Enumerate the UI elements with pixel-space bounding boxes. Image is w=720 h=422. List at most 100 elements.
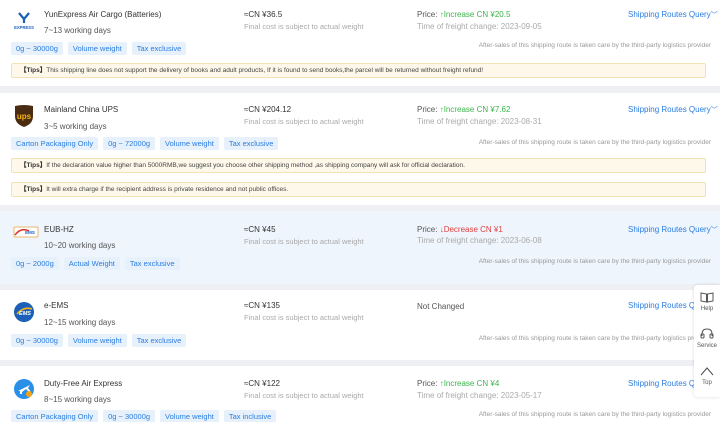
price-time: Time of freight change: 2023-09-05	[417, 22, 542, 31]
tag-tax: Tax exclusive	[131, 334, 187, 347]
tip-banner: 【Tips】If the declaration value higher th…	[11, 158, 706, 173]
tag-tax: Tax inclusive	[223, 410, 277, 422]
ups-logo: ups	[13, 104, 35, 127]
route-days: 3~5 working days	[44, 122, 107, 131]
price-label: Price:	[417, 225, 438, 234]
route-cost: ≈CN ¥45	[244, 225, 276, 234]
tag-weight-type: Volume weight	[67, 334, 127, 347]
price-change: Price: ↑Increase CN ¥4	[417, 379, 499, 388]
route-tags: 0g ~ 2000g Actual Weight Tax exclusive	[11, 257, 180, 270]
book-icon	[700, 292, 714, 303]
logo-text: EXPRESS	[14, 25, 34, 30]
tag-weight-range: 0g ~ 2000g	[11, 257, 59, 270]
shipping-routes-query-link[interactable]: Shipping Routes Query﹀	[628, 105, 718, 115]
chevron-down-icon: ﹀	[710, 107, 718, 114]
cost-note: Final cost is subject to actual weight	[244, 391, 364, 400]
tip-banner: 【Tips】It will extra charge if the recipi…	[11, 182, 706, 197]
tag-tax: Tax exclusive	[131, 42, 187, 55]
tip-text: It will extra charge if the recipient ad…	[46, 186, 289, 193]
price-change: Price: ↑Increase CN ¥7.62	[417, 105, 510, 114]
yunexpress-logo: EXPRESS	[13, 9, 35, 31]
query-label: Shipping Routes Query	[628, 10, 711, 19]
route-days: 7~13 working days	[44, 26, 111, 35]
route-cost: ≈CN ¥204.12	[244, 105, 292, 114]
route-card-duty-free: Duty-Free Air Express 8~15 working days …	[0, 366, 720, 422]
price-label: Price:	[417, 379, 438, 388]
aftersales-note: After-sales of this shipping route is ta…	[478, 411, 711, 418]
route-name: EUB-HZ	[44, 225, 74, 234]
chevron-down-icon: ﹀	[710, 12, 718, 19]
price-increase: ↑Increase CN ¥20.5	[439, 10, 511, 19]
price-decrease: ↓Decrease CN ¥1	[439, 225, 503, 234]
tag-tax: Tax exclusive	[223, 137, 279, 150]
floating-side-panel: Help Service Top	[694, 285, 720, 397]
tag-packaging: Carton Packaging Only	[11, 137, 99, 150]
aftersales-note: After-sales of this shipping route is ta…	[478, 335, 711, 342]
aftersales-note: After-sales of this shipping route is ta…	[478, 139, 711, 146]
tip-prefix: 【Tips】	[20, 67, 47, 74]
price-change: Price: ↓Decrease CN ¥1	[417, 225, 503, 234]
route-name: Mainland China UPS	[44, 105, 119, 114]
price-label: Price:	[417, 105, 438, 114]
tag-weight-range: 0g ~ 30000g	[103, 410, 156, 422]
route-name: YunExpress Air Cargo (Batteries)	[44, 10, 162, 19]
logo-text: EMS	[25, 230, 35, 235]
route-cost: ≈CN ¥36.5	[244, 10, 283, 19]
shipping-routes-query-link[interactable]: Shipping Routes Query﹀	[628, 225, 718, 235]
cost-note: Final cost is subject to actual weight	[244, 117, 364, 126]
chevron-up-icon	[700, 367, 714, 376]
tip-text: This shipping line does not support the …	[46, 67, 484, 74]
logo-text: ups	[17, 112, 32, 121]
route-tags: Carton Packaging Only 0g ~ 30000g Volume…	[11, 410, 277, 422]
tip-prefix: 【Tips】	[20, 162, 47, 169]
price-change: Price: ↑Increase CN ¥20.5	[417, 10, 510, 19]
route-days: 8~15 working days	[44, 395, 111, 404]
tip-banner: 【Tips】This shipping line does not suppor…	[11, 63, 706, 78]
route-card-ups: ups Mainland China UPS 3~5 working days …	[0, 93, 720, 205]
plane-logo	[13, 378, 35, 400]
price-status: Not Changed	[417, 302, 465, 311]
route-cost: ≈CN ¥135	[244, 301, 280, 310]
tag-weight-range: 0g ~ 30000g	[11, 334, 63, 347]
eub-logo: EMS	[13, 225, 39, 247]
tag-weight-type: Volume weight	[67, 42, 127, 55]
help-button[interactable]: Help	[694, 291, 720, 312]
back-to-top-button[interactable]: Top	[694, 365, 720, 386]
headset-icon	[700, 328, 714, 339]
route-days: 10~20 working days	[44, 241, 116, 250]
aftersales-note: After-sales of this shipping route is ta…	[478, 258, 711, 265]
help-label: Help	[700, 306, 714, 312]
route-card-yunexpress: EXPRESS YunExpress Air Cargo (Batteries)…	[0, 0, 720, 86]
tag-weight-range: 0g ~ 72000g	[103, 137, 156, 150]
route-tags: 0g ~ 30000g Volume weight Tax exclusive	[11, 334, 187, 347]
route-name: Duty-Free Air Express	[44, 379, 123, 388]
tag-weight-type: Volume weight	[160, 410, 219, 422]
top-label: Top	[702, 380, 712, 386]
aftersales-note: After-sales of this shipping route is ta…	[478, 42, 711, 49]
route-cost: ≈CN ¥122	[244, 379, 280, 388]
ems-logo: EMS	[13, 301, 35, 323]
query-label: Shipping Routes Query	[628, 105, 711, 114]
cost-note: Final cost is subject to actual weight	[244, 237, 364, 246]
price-time: Time of freight change: 2023-05-17	[417, 391, 542, 400]
price-label: Price:	[417, 10, 438, 19]
chevron-down-icon: ﹀	[710, 227, 718, 234]
price-time: Time of freight change: 2023-08-31	[417, 117, 542, 126]
route-name: e-EMS	[44, 301, 69, 310]
tag-weight-type: Actual Weight	[63, 257, 120, 270]
tag-weight-type: Volume weight	[160, 137, 219, 150]
route-card-e-ems: EMS e-EMS 12~15 working days ≈CN ¥135 Fi…	[0, 290, 720, 360]
cost-note: Final cost is subject to actual weight	[244, 313, 364, 322]
route-tags: Carton Packaging Only 0g ~ 72000g Volume…	[11, 137, 279, 150]
tip-text: If the declaration value higher than 500…	[46, 162, 465, 169]
logo-text: EMS	[19, 311, 31, 317]
route-tags: 0g ~ 30000g Volume weight Tax exclusive	[11, 42, 187, 55]
price-increase: ↑Increase CN ¥7.62	[439, 105, 511, 114]
service-button[interactable]: Service	[694, 328, 720, 349]
shipping-routes-query-link[interactable]: Shipping Routes Query﹀	[628, 10, 718, 20]
query-label: Shipping Routes Query	[628, 225, 711, 234]
service-label: Service	[696, 343, 717, 349]
route-days: 12~15 working days	[44, 318, 116, 327]
price-time: Time of freight change: 2023-06-08	[417, 236, 542, 245]
tag-packaging: Carton Packaging Only	[11, 410, 99, 422]
